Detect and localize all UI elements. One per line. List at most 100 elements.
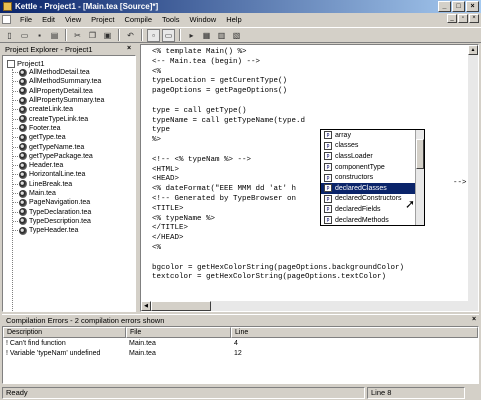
tree-item[interactable]: AllMethodDetail.tea bbox=[13, 68, 104, 77]
tree-root-label: Project1 bbox=[17, 59, 45, 68]
save-all-icon[interactable]: ▤ bbox=[48, 29, 61, 42]
copy-icon[interactable]: ❐ bbox=[86, 29, 99, 42]
column-line[interactable]: Line bbox=[231, 327, 478, 338]
tree-item[interactable]: TypeDescription.tea bbox=[13, 217, 104, 226]
tree-item[interactable]: LineBreak.tea bbox=[13, 180, 104, 189]
scroll-up-icon[interactable]: ▲ bbox=[468, 45, 478, 55]
autocomplete-item[interactable]: p componentType bbox=[321, 162, 424, 173]
close-button[interactable]: × bbox=[466, 1, 479, 12]
tea-file-icon bbox=[19, 198, 27, 207]
tree-item-label: getTypeName.tea bbox=[29, 143, 85, 151]
column-file[interactable]: File bbox=[126, 327, 231, 338]
tree-connector bbox=[13, 165, 18, 167]
autocomplete-item[interactable]: p constructors bbox=[321, 172, 424, 183]
tree-item[interactable]: Main.tea bbox=[13, 189, 104, 198]
window-icon[interactable]: ▭ bbox=[162, 28, 175, 42]
menu-tools[interactable]: Tools bbox=[157, 15, 185, 24]
title-bar: Kettle - Project1 - [Main.tea [Source]*]… bbox=[0, 0, 481, 13]
tree-item-label: createLink.tea bbox=[29, 106, 73, 114]
menu-compile[interactable]: Compile bbox=[120, 15, 158, 24]
editor-horizontal-scrollbar[interactable]: ◀ bbox=[141, 301, 478, 311]
code-line: <% bbox=[152, 67, 162, 76]
menu-window[interactable]: Window bbox=[185, 15, 222, 24]
tree-connector bbox=[13, 90, 18, 92]
menu-edit[interactable]: Edit bbox=[37, 15, 60, 24]
error-row[interactable]: ! Variable 'typeNam' undefined Main.tea … bbox=[3, 348, 478, 358]
tea-file-icon bbox=[19, 208, 27, 217]
menu-project[interactable]: Project bbox=[86, 15, 119, 24]
tree-connector bbox=[13, 127, 18, 129]
menu-help[interactable]: Help bbox=[221, 15, 246, 24]
tree-item-label: Main.tea bbox=[29, 190, 56, 197]
tree-connector bbox=[13, 72, 18, 74]
open-folder-icon[interactable]: ▭ bbox=[18, 29, 31, 42]
autocomplete-item[interactable]: p classLoader bbox=[321, 151, 424, 162]
compile-icon[interactable]: ▦ bbox=[200, 29, 213, 42]
explorer-close-icon[interactable]: × bbox=[127, 45, 131, 52]
tree-item[interactable]: createTypeLink.tea bbox=[13, 114, 104, 124]
cut-icon[interactable]: ✂ bbox=[71, 29, 84, 42]
tree-item[interactable]: PageNavigation.tea bbox=[13, 198, 104, 207]
tile-icon[interactable]: ▥ bbox=[215, 29, 228, 42]
panel-icon[interactable]: ▫ bbox=[147, 28, 160, 42]
menu-file[interactable]: File bbox=[15, 15, 37, 24]
autocomplete-item[interactable]: p classes bbox=[321, 141, 424, 152]
toolbar: ▯ ▭ ▪ ▤ ✂ ❐ ▣ ↶ ▫ ▭ ▸ ▦ ▥ ▧ bbox=[0, 27, 481, 43]
cascade-icon[interactable]: ▧ bbox=[230, 29, 243, 42]
new-file-icon[interactable]: ▯ bbox=[3, 29, 16, 42]
tree-connector bbox=[13, 193, 18, 194]
autocomplete-item-label: declaredFields bbox=[335, 205, 381, 213]
tree-item[interactable]: getType.tea bbox=[13, 133, 104, 142]
autocomplete-item[interactable]: p declaredClasses bbox=[321, 182, 424, 194]
tree-root[interactable]: Project1 bbox=[7, 59, 45, 68]
toolbar-separator bbox=[65, 29, 67, 41]
tree-item[interactable]: AllPropertySummary.tea bbox=[13, 96, 104, 105]
tea-file-icon bbox=[19, 170, 27, 179]
doc-restore-button[interactable]: ▫ bbox=[458, 14, 468, 23]
maximize-button[interactable]: □ bbox=[452, 1, 465, 12]
autocomplete-item[interactable]: p array bbox=[321, 130, 424, 141]
tree-item[interactable]: getTypePackage.tea bbox=[13, 152, 104, 161]
tree-item-label: getType.tea bbox=[29, 134, 66, 142]
window-title: Kettle - Project1 - [Main.tea [Source]*] bbox=[15, 2, 159, 11]
tree-item[interactable]: Header.tea bbox=[13, 161, 104, 170]
error-description-text: Can't find function bbox=[9, 339, 66, 347]
tree-item[interactable]: AllMethodSummary.tea bbox=[13, 77, 104, 86]
tree-item[interactable]: createLink.tea bbox=[13, 105, 104, 114]
scroll-left-icon[interactable]: ◀ bbox=[141, 301, 151, 311]
tree-item[interactable]: getTypeName.tea bbox=[13, 142, 104, 152]
paste-icon[interactable]: ▣ bbox=[101, 29, 114, 42]
minimize-button[interactable]: _ bbox=[438, 1, 451, 12]
editor-vertical-scrollbar[interactable]: ▲ bbox=[468, 45, 478, 303]
tree-connector bbox=[13, 183, 18, 185]
tree-item-label: LineBreak.tea bbox=[29, 180, 73, 188]
tree-item[interactable]: HorizontalLine.tea bbox=[13, 170, 104, 179]
tree-item[interactable]: Footer.tea bbox=[13, 124, 104, 133]
tea-file-icon bbox=[19, 77, 27, 86]
doc-close-button[interactable]: × bbox=[469, 14, 479, 23]
tree-item[interactable]: TypeDeclaration.tea bbox=[13, 207, 104, 217]
code-editor[interactable]: <% template Main() %> <-- Main.tea (begin… bbox=[140, 44, 479, 312]
save-icon[interactable]: ▪ bbox=[33, 29, 46, 42]
menu-view[interactable]: View bbox=[60, 15, 86, 24]
autocomplete-scrollbar[interactable] bbox=[415, 130, 424, 225]
autocomplete-popup[interactable]: p array p classes p classLoader p componentType… bbox=[320, 129, 425, 226]
tree-connector bbox=[13, 118, 18, 120]
run-icon[interactable]: ▸ bbox=[185, 29, 198, 42]
doc-minimize-button[interactable]: _ bbox=[447, 14, 457, 23]
errors-close-icon[interactable]: × bbox=[472, 316, 476, 323]
autocomplete-item-label: declaredClasses bbox=[335, 184, 387, 192]
tree-item[interactable]: AllPropertyDetail.tea bbox=[13, 87, 104, 96]
file-list: AllMethodDetail.tea AllMethodSummary.tea A… bbox=[13, 68, 104, 235]
error-description-text: Variable 'typeNam' undefined bbox=[9, 349, 101, 357]
error-row[interactable]: ! Can't find function Main.tea 4 bbox=[3, 338, 478, 348]
hscroll-thumb[interactable] bbox=[151, 301, 211, 311]
undo-icon[interactable]: ↶ bbox=[124, 29, 137, 42]
autocomplete-scroll-thumb[interactable] bbox=[416, 139, 424, 169]
document-icon[interactable] bbox=[2, 15, 11, 24]
column-description[interactable]: Description bbox=[3, 327, 126, 338]
tree-item[interactable]: TypeHeader.tea bbox=[13, 226, 104, 235]
autocomplete-item[interactable]: p declaredMethods bbox=[321, 215, 424, 225]
project-explorer: Project1 AllMethodDetail.tea AllMethodSum… bbox=[2, 55, 136, 312]
